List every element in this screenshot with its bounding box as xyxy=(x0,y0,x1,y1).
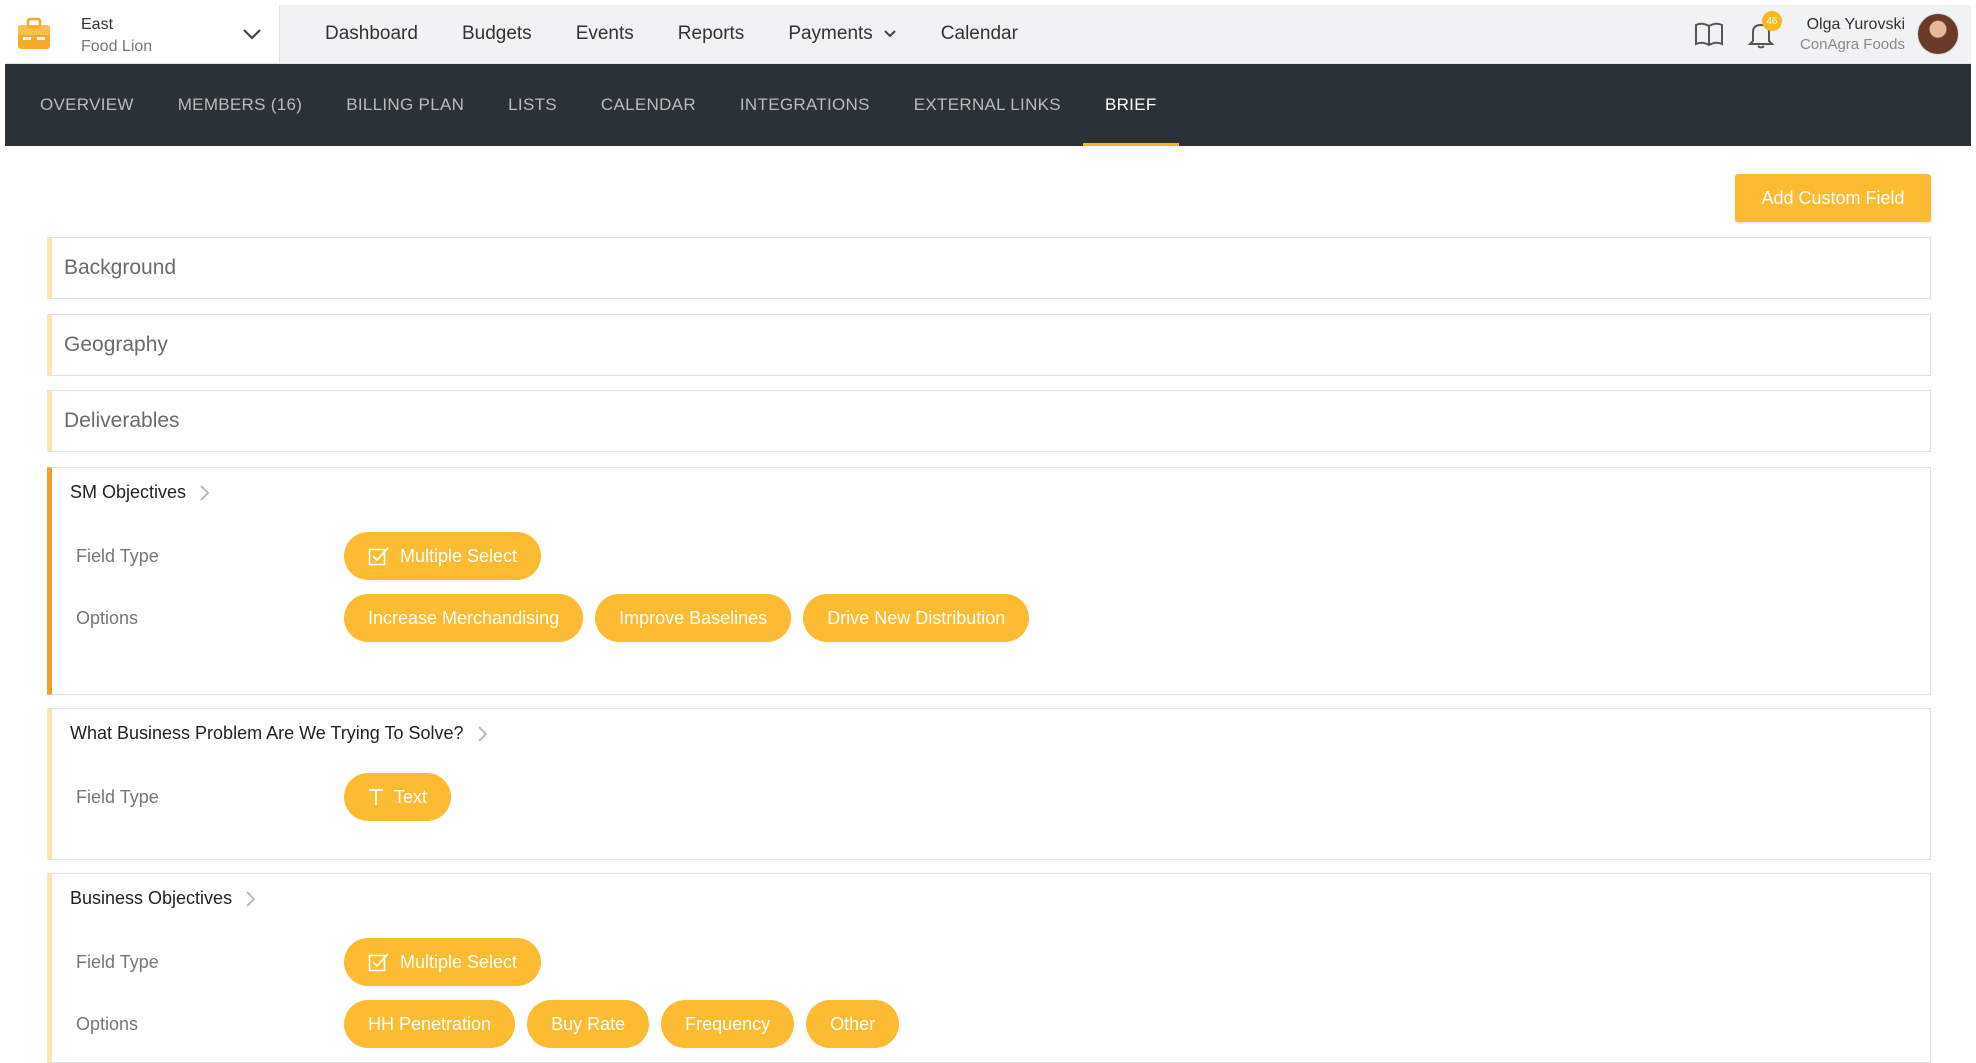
nav-events[interactable]: Events xyxy=(576,23,634,45)
org-switcher[interactable]: East Food Lion xyxy=(5,5,280,63)
option-chip[interactable]: HH Penetration xyxy=(344,1000,516,1048)
tab-billing-plan[interactable]: BILLING PLAN xyxy=(344,64,466,146)
option-chip[interactable]: Buy Rate xyxy=(527,1000,650,1048)
nav-reports[interactable]: Reports xyxy=(678,23,745,45)
option-chip[interactable]: Frequency xyxy=(661,1000,795,1048)
field-type-chip[interactable]: Text xyxy=(344,773,452,821)
field-panel-business-objectives: Business Objectives Field Type Multiple … xyxy=(47,873,1931,1063)
checkbox-icon xyxy=(368,547,389,566)
sub-nav: OVERVIEW MEMBERS (16) BILLING PLAN LISTS… xyxy=(5,64,1971,146)
header-tools: 46 Olga Yurovski ConAgra Foods xyxy=(1692,5,1971,63)
checkbox-icon xyxy=(368,953,389,972)
field-type-chips: Text xyxy=(344,773,452,821)
field-title-text: Business Objectives xyxy=(70,888,233,908)
chevron-right-icon xyxy=(200,484,210,501)
tab-members[interactable]: MEMBERS (16) xyxy=(176,64,305,146)
nav-label: Events xyxy=(575,23,634,44)
field-panel-business-problem: What Business Problem Are We Trying To S… xyxy=(47,708,1931,860)
book-icon[interactable] xyxy=(1692,17,1726,51)
tab-brief[interactable]: BRIEF xyxy=(1083,64,1178,146)
briefcase-logo-icon xyxy=(18,17,50,49)
nav-label: Dashboard xyxy=(325,23,418,44)
org-name: East Food Lion xyxy=(81,14,152,58)
tab-integrations[interactable]: INTEGRATIONS xyxy=(738,64,872,146)
field-panel-deliverables[interactable]: Deliverables xyxy=(47,390,1931,452)
chevron-right-icon xyxy=(246,890,256,907)
app-frame: East Food Lion Dashboard Budgets Events … xyxy=(5,5,1971,1063)
field-type-chip[interactable]: Multiple Select xyxy=(344,938,542,986)
field-panel-sm-objectives: SM Objectives Field Type Multiple Select… xyxy=(47,467,1931,695)
nav-calendar[interactable]: Calendar xyxy=(941,23,1018,45)
options-label: Options xyxy=(76,608,139,628)
field-title[interactable]: SM Objectives xyxy=(70,482,210,503)
options-chips: HH Penetration Buy Rate Frequency Other xyxy=(344,1000,900,1048)
org-region: East xyxy=(81,16,114,33)
chevron-down-icon[interactable] xyxy=(241,25,263,43)
avatar[interactable] xyxy=(1917,13,1959,55)
main-nav: Dashboard Budgets Events Reports Payment… xyxy=(325,5,1018,63)
field-type-chip[interactable]: Multiple Select xyxy=(344,532,542,580)
user-name: Olga Yurovski xyxy=(1806,15,1905,33)
field-title: Geography xyxy=(64,333,168,356)
user-info[interactable]: Olga Yurovski ConAgra Foods xyxy=(1800,15,1905,54)
org-retailer: Food Lion xyxy=(81,38,153,55)
nav-payments[interactable]: Payments xyxy=(788,23,896,45)
field-type-label: Field Type xyxy=(76,952,159,972)
tab-calendar[interactable]: CALENDAR xyxy=(599,64,698,146)
top-bar: East Food Lion Dashboard Budgets Events … xyxy=(5,5,1971,64)
option-chip[interactable]: Increase Merchandising xyxy=(344,594,584,642)
field-title[interactable]: What Business Problem Are We Trying To S… xyxy=(70,723,488,744)
notification-count-badge: 46 xyxy=(1761,11,1782,31)
field-type-chips: Multiple Select xyxy=(344,938,542,986)
nav-label: Budgets xyxy=(461,23,532,44)
tab-external-links[interactable]: EXTERNAL LINKS xyxy=(912,64,1063,146)
tab-overview[interactable]: OVERVIEW xyxy=(38,64,136,146)
user-company: ConAgra Foods xyxy=(1799,35,1905,53)
options-chips: Increase Merchandising Improve Baselines… xyxy=(344,594,1030,642)
field-title-text: What Business Problem Are We Trying To S… xyxy=(70,723,464,743)
field-panel-background[interactable]: Background xyxy=(47,237,1931,299)
nav-label: Payments xyxy=(788,23,873,44)
text-type-icon xyxy=(369,789,383,805)
option-chip[interactable]: Improve Baselines xyxy=(595,594,792,642)
option-chip[interactable]: Drive New Distribution xyxy=(803,594,1030,642)
field-panel-geography[interactable]: Geography xyxy=(47,314,1931,376)
chip-label: Multiple Select xyxy=(400,951,518,972)
options-label: Options xyxy=(76,1014,139,1034)
field-type-label: Field Type xyxy=(76,787,159,807)
chip-label: Multiple Select xyxy=(400,545,518,566)
field-title: Deliverables xyxy=(64,409,180,432)
chevron-down-icon xyxy=(884,30,896,38)
field-title[interactable]: Business Objectives xyxy=(70,888,256,909)
add-custom-field-button[interactable]: Add Custom Field xyxy=(1735,174,1931,222)
nav-label: Reports xyxy=(677,23,745,44)
option-chip[interactable]: Other xyxy=(806,1000,900,1048)
nav-label: Calendar xyxy=(940,23,1018,44)
chevron-right-icon xyxy=(477,725,487,742)
field-type-chips: Multiple Select xyxy=(344,532,542,580)
field-title: Background xyxy=(64,256,177,279)
field-type-label: Field Type xyxy=(76,546,159,566)
field-title-text: SM Objectives xyxy=(70,482,187,502)
tab-lists[interactable]: LISTS xyxy=(506,64,559,146)
nav-dashboard[interactable]: Dashboard xyxy=(325,23,418,45)
notifications-button[interactable]: 46 xyxy=(1744,11,1782,51)
chip-label: Text xyxy=(394,786,428,807)
nav-budgets[interactable]: Budgets xyxy=(462,23,532,45)
